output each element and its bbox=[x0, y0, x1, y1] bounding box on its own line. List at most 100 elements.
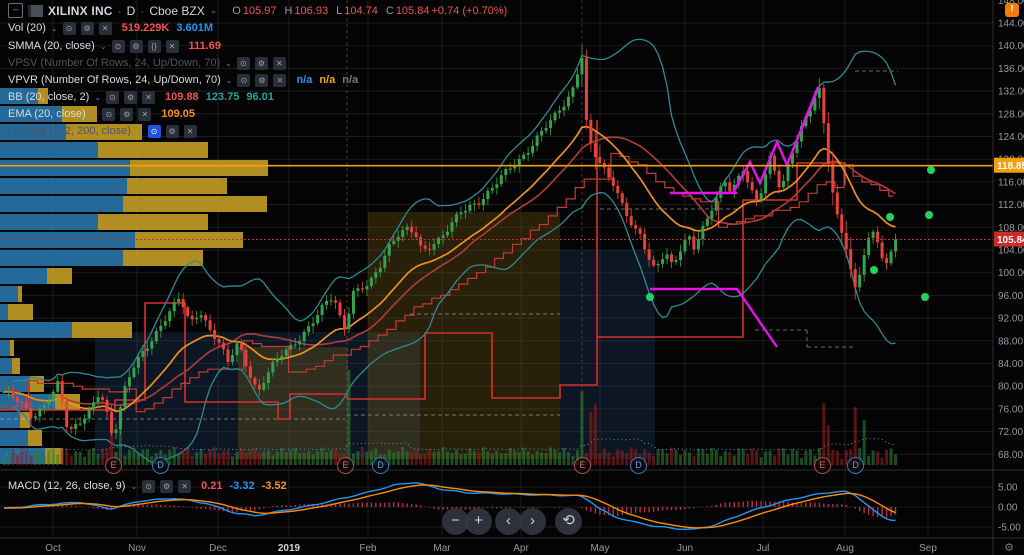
svg-text:116.00: 116.00 bbox=[998, 177, 1024, 188]
svg-text:84.00: 84.00 bbox=[998, 359, 1023, 370]
timeframe-label[interactable]: D bbox=[127, 4, 136, 18]
close-icon[interactable]: ✕ bbox=[98, 21, 112, 35]
legend-row-vol[interactable]: Vol (20) ⌄ ⊙ ⚙ ✕ 519.229K 3.601M bbox=[8, 21, 213, 35]
svg-text:105.84: 105.84 bbox=[997, 235, 1024, 246]
price-label: 105.84 bbox=[994, 231, 1024, 247]
chevron-down-icon[interactable]: ⌄ bbox=[94, 93, 101, 102]
gear-icon[interactable]: ⚙ bbox=[129, 39, 143, 53]
legend-row-bb[interactable]: BB (20, close, 2) ⌄ ⊙ ⚙ ✕ 109.88 123.75 96.01 bbox=[8, 90, 274, 104]
separator: · bbox=[117, 3, 122, 18]
eye-icon[interactable]: ⊙ bbox=[102, 107, 116, 121]
chevron-down-icon[interactable]: ⌄ bbox=[51, 24, 58, 33]
scroll-left-button[interactable]: ‹ bbox=[495, 508, 522, 535]
legend-label: VPVR (Number Of Rows, 24, Up/Down, 70) bbox=[8, 74, 221, 86]
ohlc-value: 105.84 bbox=[395, 4, 430, 17]
svg-text:128.00: 128.00 bbox=[998, 109, 1024, 120]
svg-text:-5.00: -5.00 bbox=[998, 523, 1021, 534]
gear-icon[interactable]: ⚙ bbox=[124, 90, 138, 104]
chevron-down-icon[interactable]: ⌄ bbox=[225, 59, 232, 68]
legend-values: 519.229K 3.601M bbox=[121, 22, 214, 34]
svg-text:140.00: 140.00 bbox=[998, 41, 1024, 52]
scroll-right-button[interactable]: › bbox=[519, 508, 546, 535]
gear-icon[interactable]: ⚙ bbox=[120, 107, 134, 121]
legend-row-smma[interactable]: SMMA (20, close) ⌄ ⊙ ⚙ {} ✕ 111.69 bbox=[8, 39, 221, 53]
svg-text:72.00: 72.00 bbox=[998, 427, 1023, 438]
close-icon[interactable]: ✕ bbox=[273, 73, 287, 87]
gear-icon[interactable]: ⚙ bbox=[254, 56, 268, 70]
close-icon[interactable]: ✕ bbox=[165, 39, 179, 53]
legend-values: 0.21 -3.32 -3.52 bbox=[201, 480, 287, 492]
gear-icon[interactable]: ⚙ bbox=[255, 73, 269, 87]
close-icon[interactable]: ✕ bbox=[142, 90, 156, 104]
earnings-badge[interactable]: E bbox=[814, 457, 831, 474]
zoom-in-button[interactable]: + bbox=[465, 508, 492, 535]
legend-row-vpvr[interactable]: VPVR (Number Of Rows, 24, Up/Down, 70) ⌄ ⊙… bbox=[8, 73, 358, 87]
close-icon[interactable]: ✕ bbox=[138, 107, 152, 121]
eye-icon[interactable]: ⊙ bbox=[106, 90, 120, 104]
legend-values: 111.69 bbox=[188, 40, 221, 52]
chevron-down-icon[interactable]: ⌄ bbox=[226, 76, 233, 85]
svg-text:92.00: 92.00 bbox=[998, 314, 1023, 325]
ohlc-values: O 105.97 H 106.93 L 104.74 C 105.84 +0.74 (+0.70… bbox=[232, 5, 507, 17]
collapse-panel-icon[interactable]: – bbox=[8, 3, 23, 18]
time-axis-label: Dec bbox=[209, 543, 227, 554]
eye-icon[interactable]: ⊙ bbox=[111, 39, 125, 53]
exchange-label[interactable]: Cboe BZX bbox=[149, 4, 204, 18]
legend-label: Vol (20) bbox=[8, 22, 46, 34]
ohlc-value: +0.74 (+0.70%) bbox=[431, 4, 508, 17]
reset-view-button[interactable]: ⟲ bbox=[555, 508, 582, 535]
time-axis-label: Feb bbox=[359, 543, 377, 554]
legend-values: n/a n/a n/a bbox=[296, 74, 359, 86]
chevron-down-icon[interactable]: ⌄ bbox=[210, 5, 218, 16]
dividend-badge[interactable]: D bbox=[630, 457, 647, 474]
legend-values: 109.88 123.75 96.01 bbox=[165, 91, 274, 103]
chevron-down-icon[interactable]: ⌄ bbox=[130, 482, 137, 491]
price-label: 118.85 bbox=[994, 157, 1024, 173]
gear-icon[interactable]: ⚙ bbox=[80, 21, 94, 35]
symbol-title[interactable]: XILINX INC bbox=[48, 4, 113, 18]
legend-label: Lin Reg (2, 2, 200, close) bbox=[8, 125, 131, 137]
time-axis-label: May bbox=[591, 543, 610, 554]
close-icon[interactable]: ✕ bbox=[272, 56, 286, 70]
earnings-badge[interactable]: E bbox=[337, 457, 354, 474]
time-axis-label: Aug bbox=[836, 543, 854, 554]
chevron-down-icon[interactable]: ⌄ bbox=[136, 127, 143, 136]
svg-text:144.00: 144.00 bbox=[998, 19, 1024, 30]
eye-icon[interactable]: ⊙ bbox=[147, 124, 161, 138]
svg-text:100.00: 100.00 bbox=[998, 268, 1024, 279]
eye-icon[interactable]: ⊙ bbox=[236, 56, 250, 70]
eye-icon[interactable]: ⊙ bbox=[142, 479, 156, 493]
close-icon[interactable]: ✕ bbox=[183, 124, 197, 138]
braces-icon[interactable]: {} bbox=[147, 39, 161, 53]
alert-notification-badge[interactable]: ! bbox=[1005, 3, 1019, 17]
chevron-down-icon[interactable]: ⌄ bbox=[100, 42, 107, 51]
legend-row-linreg[interactable]: Lin Reg (2, 2, 200, close) ⌄ ⊙ ⚙ ✕ bbox=[8, 124, 197, 138]
ohlc-key: H bbox=[284, 4, 293, 17]
dividend-badge[interactable]: D bbox=[152, 457, 169, 474]
earnings-badge[interactable]: E bbox=[105, 457, 122, 474]
eye-icon[interactable]: ⊙ bbox=[237, 73, 251, 87]
close-icon[interactable]: ✕ bbox=[178, 479, 192, 493]
eye-icon[interactable]: ⊙ bbox=[62, 21, 76, 35]
legend-row-vpsv[interactable]: VPSV (Number Of Rows, 24, Up/Down, 70) ⌄ ⊙… bbox=[8, 56, 286, 70]
dividend-badge[interactable]: D bbox=[372, 457, 389, 474]
svg-text:132.00: 132.00 bbox=[998, 87, 1024, 98]
legend-row-macd[interactable]: MACD (12, 26, close, 9) ⌄ ⊙ ⚙ ✕ 0.21 -3.32 -3.5… bbox=[8, 479, 287, 493]
legend-label: MACD (12, 26, close, 9) bbox=[8, 480, 126, 492]
earnings-badge[interactable]: E bbox=[574, 457, 591, 474]
gear-icon[interactable]: ⚙ bbox=[165, 124, 179, 138]
legend-label: BB (20, close, 2) bbox=[8, 91, 90, 103]
ohlc-value: 104.74 bbox=[344, 4, 378, 17]
time-axis-label: Apr bbox=[513, 543, 529, 554]
ohlc-key: L bbox=[336, 4, 343, 17]
dividend-badge[interactable]: D bbox=[847, 457, 864, 474]
trading-chart-app: 148.00144.00140.00136.00132.00128.00124.… bbox=[0, 0, 1024, 555]
time-axis-label: Jun bbox=[677, 543, 693, 554]
svg-text:136.00: 136.00 bbox=[998, 64, 1024, 75]
axis-settings-gear-icon[interactable]: ⚙ bbox=[1004, 541, 1014, 554]
gear-icon[interactable]: ⚙ bbox=[160, 479, 174, 493]
svg-text:5.00: 5.00 bbox=[998, 483, 1018, 494]
legend-row-ema[interactable]: EMA (20, close) ⌄ ⊙ ⚙ ✕ 109.05 bbox=[8, 107, 195, 121]
chevron-down-icon[interactable]: ⌄ bbox=[91, 110, 98, 119]
svg-text:88.00: 88.00 bbox=[998, 336, 1023, 347]
